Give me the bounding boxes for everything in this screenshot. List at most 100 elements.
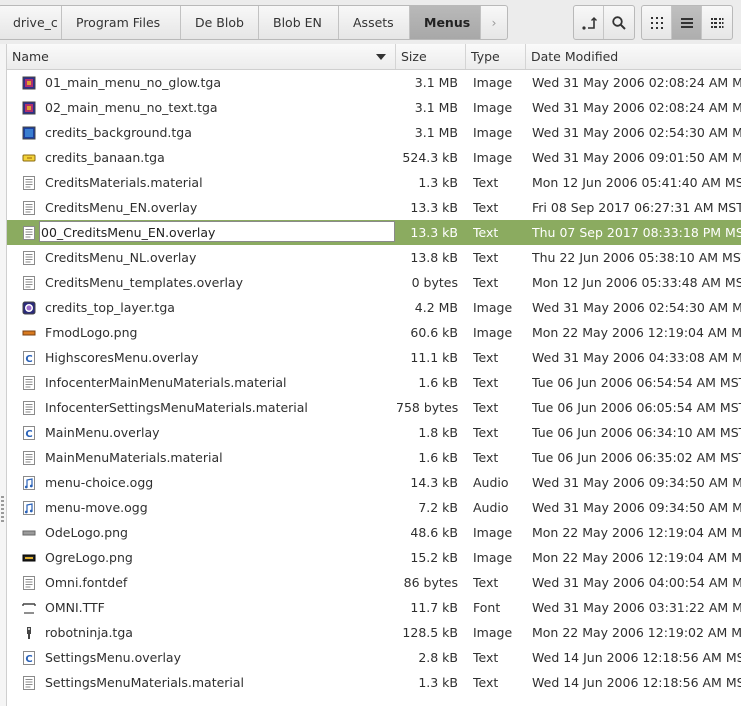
table-row[interactable]: C SettingsMenu.overlay 2.8 kB Text Wed 14 Ju… xyxy=(7,645,741,670)
search-icon xyxy=(612,15,626,30)
breadcrumb-de-blob[interactable]: De Blob xyxy=(181,6,259,39)
sidebar-resize-handle[interactable] xyxy=(1,496,4,522)
table-row[interactable]: 01_main_menu_no_glow.tga 3.1 MB Image Wed 3… xyxy=(7,70,741,95)
table-row[interactable]: SettingsMenuMaterials.material 1.3 kB Text… xyxy=(7,670,741,695)
image-purple-icon xyxy=(22,101,36,115)
table-row[interactable]: OgreLogo.png 15.2 kB Image Mon 22 May 2006 … xyxy=(7,545,741,570)
table-row[interactable]: MainMenuMaterials.material 1.6 kB Text Tue … xyxy=(7,445,741,470)
table-row[interactable]: credits_background.tga 3.1 MB Image Wed 31 … xyxy=(7,120,741,145)
file-date-modified: Mon 22 May 2006 12:19:04 AM MST xyxy=(532,325,741,340)
toolbar: drive_c Program Files De Blob Blob EN As… xyxy=(0,0,741,44)
file-size: 4.2 MB xyxy=(414,300,458,315)
file-date-modified: Mon 22 May 2006 12:19:04 AM MST xyxy=(532,550,741,565)
file-date-modified: Mon 22 May 2006 12:19:04 AM MST xyxy=(532,525,741,540)
file-type: Text xyxy=(473,275,499,290)
file-name: OdeLogo.png xyxy=(45,525,128,540)
table-row[interactable]: CreditsMenu_EN.overlay 13.3 kB Text Fri 08 … xyxy=(7,195,741,220)
c-source-icon: C xyxy=(23,651,35,665)
image-logo-dark-icon xyxy=(22,554,36,562)
file-type: Text xyxy=(473,200,499,215)
file-date-modified: Wed 31 May 2006 04:33:08 AM MST xyxy=(532,350,741,365)
table-row[interactable]: OMNI.TTF 11.7 kB Font Wed 31 May 2006 03:31… xyxy=(7,595,741,620)
file-date-modified: Wed 31 May 2006 09:34:50 AM MST xyxy=(532,500,741,515)
file-name: OgreLogo.png xyxy=(45,550,133,565)
table-row[interactable]: Omni.fontdef 86 bytes Text Wed 31 May 2006 … xyxy=(7,570,741,595)
file-type: Image xyxy=(473,625,513,640)
column-size-header[interactable]: Size xyxy=(396,44,466,69)
audio-file-icon xyxy=(23,501,35,515)
column-date-header[interactable]: Date Modified xyxy=(526,44,741,69)
file-date-modified: Wed 31 May 2006 03:31:22 AM MST xyxy=(532,600,741,615)
search-button[interactable] xyxy=(604,6,634,39)
file-name: CreditsMaterials.material xyxy=(45,175,203,190)
table-row[interactable]: FmodLogo.png 60.6 kB Image Mon 22 May 2006 … xyxy=(7,320,741,345)
rename-field[interactable]: 00_CreditsMenu_EN.overlay xyxy=(39,221,395,242)
file-type: Text xyxy=(473,450,499,465)
file-name: MainMenu.overlay xyxy=(45,425,160,440)
file-name: InfocenterMainMenuMaterials.material xyxy=(45,375,287,390)
file-type: Image xyxy=(473,300,513,315)
table-row[interactable]: credits_banaan.tga 524.3 kB Image Wed 31 Ma… xyxy=(7,145,741,170)
breadcrumb-assets[interactable]: Assets xyxy=(339,6,410,39)
file-size: 758 bytes xyxy=(396,400,458,415)
path-search-group xyxy=(573,5,635,40)
table-row[interactable]: CreditsMenu_templates.overlay 0 bytes Text… xyxy=(7,270,741,295)
file-name: FmodLogo.png xyxy=(45,325,138,340)
table-row[interactable]: InfocenterMainMenuMaterials.material 1.6 … xyxy=(7,370,741,395)
file-date-modified: Tue 06 Jun 2006 06:34:10 AM MST xyxy=(532,425,741,440)
file-date-modified: Tue 06 Jun 2006 06:05:54 AM MST xyxy=(532,400,741,415)
file-type: Image xyxy=(473,75,513,90)
breadcrumb-blob-en[interactable]: Blob EN xyxy=(259,6,339,39)
table-row[interactable]: robotninja.tga 128.5 kB Image Mon 22 May 20… xyxy=(7,620,741,645)
file-name: InfocenterSettingsMenuMaterials.material xyxy=(45,400,308,415)
breadcrumb-menus[interactable]: Menus xyxy=(410,6,481,39)
table-row[interactable]: 02_main_menu_no_text.tga 3.1 MB Image Wed 3… xyxy=(7,95,741,120)
svg-text:C: C xyxy=(25,354,32,365)
location-icon xyxy=(581,16,597,30)
audio-file-icon xyxy=(23,476,35,490)
table-row[interactable]: menu-choice.ogg 14.3 kB Audio Wed 31 May 20… xyxy=(7,470,741,495)
table-row[interactable]: CreditsMenu_NL.overlay 13.8 kB Text Thu 22 … xyxy=(7,245,741,270)
file-type: Image xyxy=(473,550,513,565)
file-name: MainMenuMaterials.material xyxy=(45,450,223,465)
table-row[interactable]: CreditsMaterials.material 1.3 kB Text Mon 1… xyxy=(7,170,741,195)
file-date-modified: Thu 07 Sep 2017 08:33:18 PM MST xyxy=(532,225,741,240)
icon-view-button[interactable] xyxy=(642,6,672,39)
list-view-button[interactable] xyxy=(672,6,702,39)
text-file-icon xyxy=(23,201,35,215)
c-source-icon: C xyxy=(23,426,35,440)
file-name: CreditsMenu_templates.overlay xyxy=(45,275,243,290)
breadcrumb-next-button[interactable]: › xyxy=(481,6,507,39)
table-row[interactable]: C MainMenu.overlay 1.8 kB Text Tue 06 Jun 20… xyxy=(7,420,741,445)
file-list: Name Size Type Date Modified 01_main_men… xyxy=(6,44,741,706)
column-type-header[interactable]: Type xyxy=(466,44,526,69)
file-size: 60.6 kB xyxy=(410,325,458,340)
location-toggle-button[interactable] xyxy=(574,6,604,39)
compact-view-button[interactable] xyxy=(702,6,732,39)
table-row[interactable]: C HighscoresMenu.overlay 11.1 kB Text Wed 31… xyxy=(7,345,741,370)
file-type: Text xyxy=(473,575,499,590)
column-name-header[interactable]: Name xyxy=(7,44,396,69)
breadcrumb-drive-c[interactable]: drive_c xyxy=(0,6,62,39)
file-type: Font xyxy=(473,600,501,615)
table-row[interactable]: OdeLogo.png 48.6 kB Image Mon 22 May 2006 1… xyxy=(7,520,741,545)
file-name: 01_main_menu_no_glow.tga xyxy=(45,75,222,90)
file-size: 11.1 kB xyxy=(410,350,458,365)
file-date-modified: Wed 31 May 2006 09:01:50 AM MST xyxy=(532,150,741,165)
table-row[interactable]: menu-move.ogg 7.2 kB Audio Wed 31 May 2006 … xyxy=(7,495,741,520)
file-type: Audio xyxy=(473,500,509,515)
file-type: Image xyxy=(473,100,513,115)
table-row[interactable]: credits_top_layer.tga 4.2 MB Image Wed 31 M… xyxy=(7,295,741,320)
file-size: 1.3 kB xyxy=(418,175,458,190)
text-file-icon xyxy=(23,251,35,265)
breadcrumb-program-files[interactable]: Program Files xyxy=(62,6,181,39)
file-date-modified: Wed 31 May 2006 02:08:24 AM MST xyxy=(532,75,741,90)
table-row-selected[interactable]: 00_CreditsMenu_EN.overlay 13.3 kB Text Thu … xyxy=(7,220,741,245)
text-file-icon xyxy=(23,676,35,690)
file-date-modified: Wed 31 May 2006 02:54:30 AM MST xyxy=(532,125,741,140)
text-file-icon xyxy=(23,451,35,465)
table-row[interactable]: InfocenterSettingsMenuMaterials.material… xyxy=(7,395,741,420)
svg-text:C: C xyxy=(25,429,32,440)
file-size: 3.1 MB xyxy=(414,100,458,115)
file-size: 86 bytes xyxy=(403,575,458,590)
